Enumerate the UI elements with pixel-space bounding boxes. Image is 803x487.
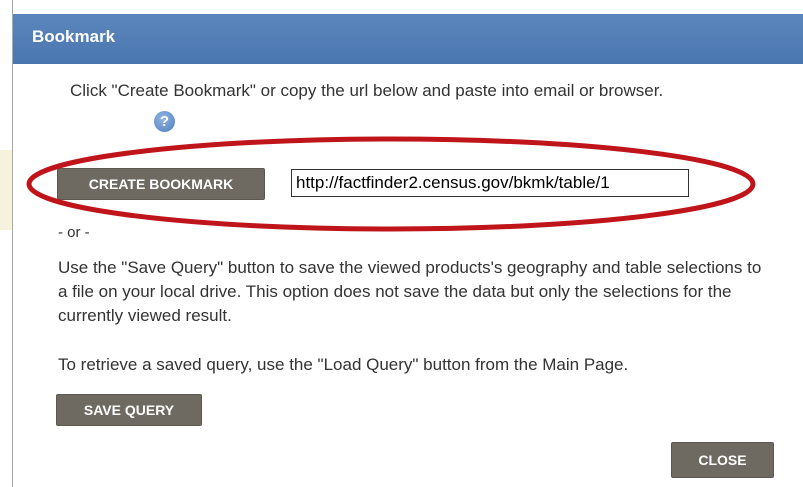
close-button[interactable]: CLOSE (671, 442, 774, 478)
help-question-icon[interactable]: ? (154, 111, 175, 132)
dialog-title: Bookmark (32, 27, 116, 46)
save-query-button[interactable]: SAVE QUERY (56, 394, 202, 426)
intro-text: Click "Create Bookmark" or copy the url … (70, 81, 664, 100)
load-query-description: To retrieve a saved query, use the "Load… (58, 355, 629, 374)
background-page-edge (0, 0, 13, 487)
dialog-titlebar: Bookmark (13, 14, 803, 64)
background-highlight (0, 150, 12, 230)
save-query-description: Use the "Save Query" button to save the … (58, 258, 762, 325)
or-separator: - or - (58, 224, 90, 241)
create-bookmark-button[interactable]: CREATE BOOKMARK (57, 168, 265, 200)
bookmark-url-field[interactable] (291, 169, 689, 197)
